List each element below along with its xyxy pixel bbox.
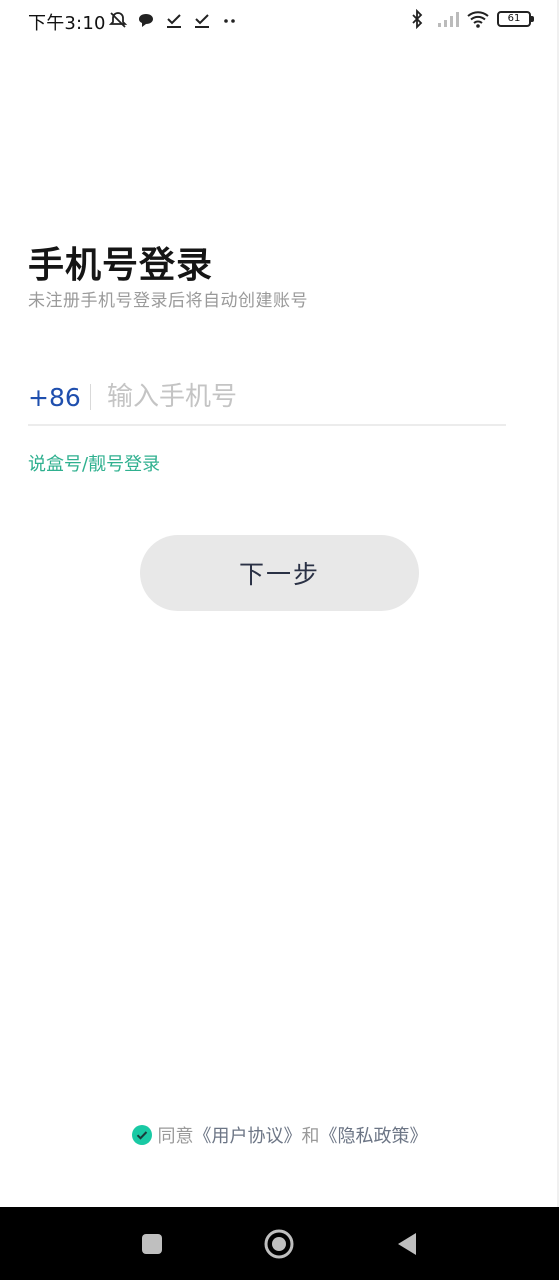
download-done-icon	[192, 10, 212, 30]
mute-bell-icon	[108, 10, 128, 30]
check-circle-icon[interactable]	[131, 1125, 152, 1145]
agreement-row: 同意 《用户协议》 和 《隐私政策》	[0, 1122, 559, 1148]
agreement-prefix: 同意	[157, 1126, 194, 1147]
signal-icon	[437, 9, 459, 29]
more-dots-icon	[220, 10, 240, 30]
divider	[90, 384, 91, 410]
chat-bubble-icon	[136, 10, 156, 30]
page-title: 手机号登录	[28, 245, 214, 286]
agreement-conjunction: 和	[301, 1126, 320, 1147]
phone-number-input[interactable]	[107, 382, 487, 412]
phone-input-row: +86	[28, 370, 506, 426]
battery-icon: 61	[497, 11, 534, 27]
alt-login-link[interactable]: 说盒号/靓号登录	[28, 450, 160, 476]
status-time: 下午3:10	[28, 13, 106, 34]
notification-icons	[108, 10, 240, 30]
wifi-icon	[467, 9, 489, 29]
country-code-selector[interactable]: +86	[28, 383, 90, 412]
back-triangle-icon[interactable]	[392, 1229, 422, 1259]
navigation-bar	[0, 1207, 559, 1280]
next-step-button[interactable]: 下一步	[140, 535, 419, 611]
status-bar: 下午3:10 61	[0, 0, 559, 44]
user-agreement-link[interactable]: 《用户协议》	[194, 1122, 302, 1148]
bluetooth-icon	[407, 8, 427, 30]
download-done-icon	[164, 10, 184, 30]
recents-square-icon[interactable]	[137, 1229, 167, 1259]
privacy-policy-link[interactable]: 《隐私政策》	[320, 1122, 428, 1148]
page-subtitle: 未注册手机号登录后将自动创建账号	[28, 291, 308, 311]
home-circle-icon[interactable]	[264, 1229, 294, 1259]
system-icons: 61	[407, 8, 534, 30]
